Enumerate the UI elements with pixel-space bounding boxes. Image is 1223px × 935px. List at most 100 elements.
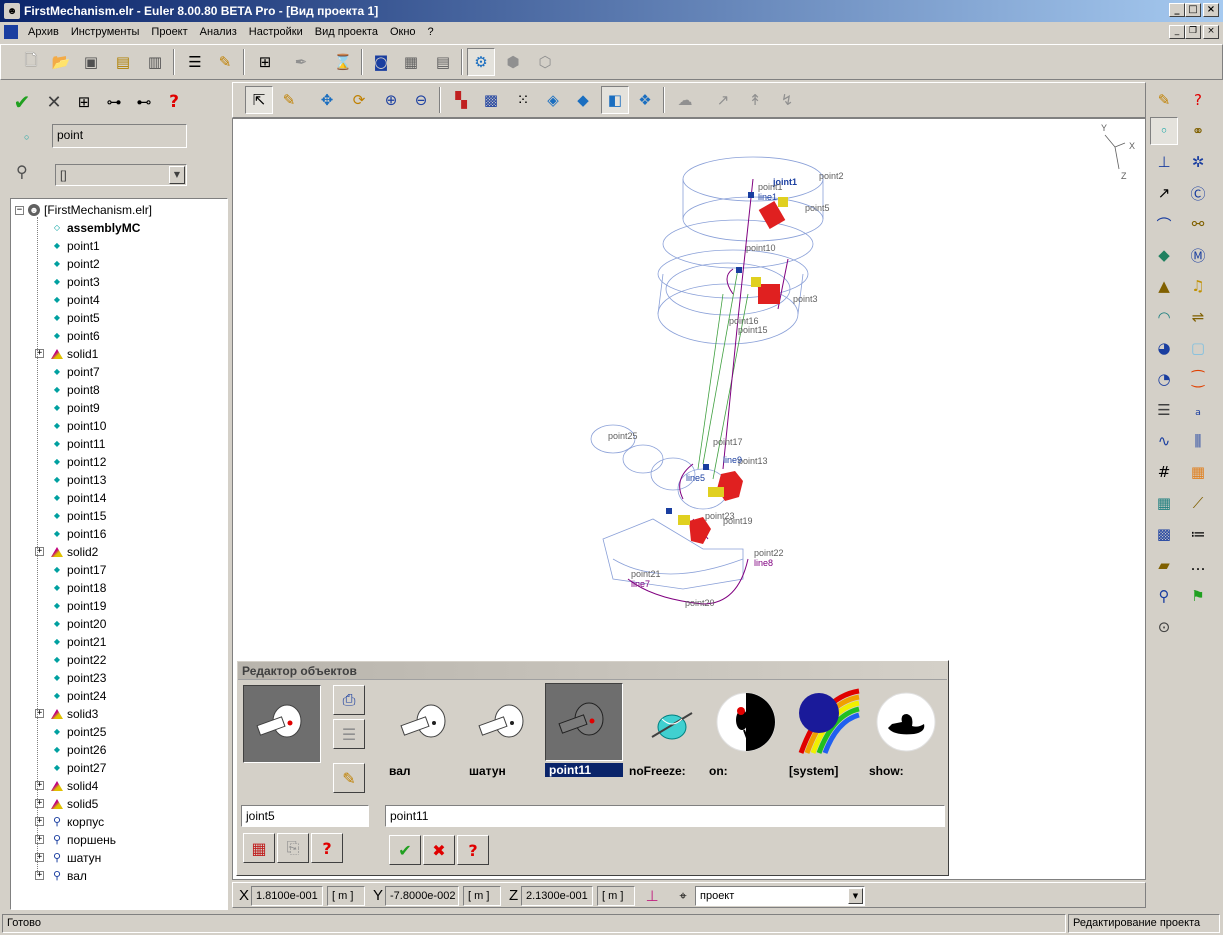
tree-view-icon[interactable]: ⊶ [100,88,128,116]
solid-tool-icon[interactable]: ▰ [1150,551,1178,579]
tile-nofreeze[interactable] [633,685,711,763]
tree-item-body[interactable]: + ⚲ шатун [35,849,101,867]
spring-tool-icon[interactable]: ⚯ [1184,210,1212,238]
tree-item-solid[interactable]: + solid1 [35,345,98,363]
axes-icon[interactable]: ⊥ [639,883,665,909]
arc-tool-icon[interactable]: ◠ [1150,303,1178,331]
menu-window[interactable]: Окно [384,26,422,38]
menu-settings[interactable]: Настройки [243,26,309,38]
tile-point11[interactable] [545,683,623,761]
tile-show[interactable] [867,683,945,761]
document-tool-icon[interactable]: ☰ [1150,396,1178,424]
menu-project[interactable]: Проект [145,26,193,38]
save-all-icon[interactable]: ▤ [109,48,137,76]
menu-archive[interactable]: Архив [22,26,65,38]
value-field[interactable]: point11 [385,805,945,827]
export-icon[interactable]: ⬡ [531,48,559,76]
print-icon[interactable]: ▥ [141,48,169,76]
tile-on[interactable] [707,683,785,761]
mechanism-mode-icon[interactable]: ⚙ [467,48,495,76]
mdi-close-button[interactable]: × [1203,25,1219,39]
joint-name-field[interactable]: joint5 [241,805,369,827]
table-tool-icon[interactable]: ▦ [1150,489,1178,517]
contact-tool-icon[interactable]: ⇌ [1184,303,1212,331]
z-value[interactable]: 2.1300e-001 [521,886,593,906]
cancel-x-icon[interactable]: ✕ [40,88,68,116]
plane-tool-icon[interactable]: ◆ [1150,241,1178,269]
edit-icon[interactable]: ✎ [333,763,365,793]
view-window-icon[interactable]: ◙ [367,48,395,76]
object-help-icon[interactable]: ? [311,833,343,863]
tree-item-point[interactable]: ◆ point27 [51,759,106,777]
select-arrow-icon[interactable]: ⇱ [245,86,273,114]
inertia-tool-icon[interactable]: ◔ [1150,365,1178,393]
pin-tool-icon[interactable]: ⊙ [1150,613,1178,641]
wireframe-icon[interactable]: ◈ [539,86,567,114]
zoom-in-icon[interactable]: ⊕ [377,86,405,114]
lights-icon[interactable]: ❖ [631,86,659,114]
tree-item-point[interactable]: ◆ point18 [51,579,106,597]
tree-item-point[interactable]: ◆ point15 [51,507,106,525]
new-file-icon[interactable]: 🗋 [17,48,45,76]
vector-tool-icon[interactable]: ↗ [1150,179,1178,207]
calculate-icon[interactable]: ⌛ [329,48,357,76]
help-book-icon[interactable]: ? [1184,86,1212,114]
tree-item-point[interactable]: ◆ point2 [51,255,100,273]
y-value[interactable]: -7.8000e-002 [385,886,459,906]
object-name-field[interactable]: point [52,124,187,148]
tree-item-point[interactable]: ◆ point22 [51,651,106,669]
tree-item-point[interactable]: ◆ point1 [51,237,100,255]
menu-analysis[interactable]: Анализ [194,26,243,38]
edit-notes-icon[interactable]: ✎ [1150,86,1178,114]
chevron-down-icon[interactable]: ▼ [848,888,863,904]
copy-object-icon[interactable]: ⎘ [277,833,309,863]
help-icon[interactable]: ? [160,88,188,116]
zoom-out-icon[interactable]: ⊖ [407,86,435,114]
tree-item-body[interactable]: + ⚲ поршень [35,831,116,849]
tree-item-solid[interactable]: + solid2 [35,543,98,561]
layers-icon[interactable]: ▚ [447,86,475,114]
pan-icon[interactable]: ✥ [313,86,341,114]
star-joint-icon[interactable]: ✲ [1184,148,1212,176]
grid-dots-icon[interactable]: ⁙ [509,86,537,114]
text-tool-icon[interactable]: ₐ [1184,396,1212,424]
shaded-icon[interactable]: ◆ [569,86,597,114]
delete-object-icon[interactable]: ▦ [243,833,275,863]
tree-item-point[interactable]: ◆ point14 [51,489,106,507]
mdi-restore-button[interactable]: ❐ [1185,25,1201,39]
link-tool-icon[interactable]: ⚲ [1150,582,1178,610]
tree-item-point[interactable]: ◆ point9 [51,399,100,417]
help-icon[interactable]: ? [457,835,489,865]
menu-help[interactable]: ? [422,26,440,38]
cone-tool-icon[interactable]: ▲ [1150,272,1178,300]
tree-item-point[interactable]: ◆ point5 [51,309,100,327]
tree-item-point[interactable]: ◆ point12 [51,453,106,471]
parent-select[interactable]: [] ▼ [55,164,187,186]
save-icon[interactable]: ▣ [77,48,105,76]
tree-root[interactable]: − ☻ [FirstMechanism.elr] [15,201,152,219]
tree-item-point[interactable]: ◆ point26 [51,741,106,759]
app-icon[interactable]: ☻ [4,3,20,19]
grid-icon[interactable]: ⊞ [70,88,98,116]
graph-tool-icon[interactable]: ∿ [1150,427,1178,455]
document-icon[interactable] [4,25,18,39]
rotate-icon[interactable]: ⟳ [345,86,373,114]
menu-project-view[interactable]: Вид проекта [309,26,384,38]
tile-system[interactable] [787,683,865,761]
frame-select[interactable]: проект ▼ [695,886,865,906]
mass-tool-icon[interactable]: ◕ [1150,334,1178,362]
cancel-icon[interactable]: ✖ [423,835,455,865]
histogram-tool-icon[interactable]: ⫼ [1184,427,1212,455]
tree-item-point[interactable]: ◆ point25 [51,723,106,741]
menu-tools[interactable]: Инструменты [65,26,146,38]
tile-connecting-rod[interactable] [465,685,543,763]
tree-item-point[interactable]: ◆ point4 [51,291,100,309]
tree-item-point[interactable]: ◆ point8 [51,381,100,399]
rainbow-tool-icon[interactable]: ⁐ [1184,365,1212,393]
tree-item-point[interactable]: ◆ point24 [51,687,106,705]
box-tool-icon[interactable]: ▢ [1184,334,1212,362]
project-tree[interactable]: − ☻ [FirstMechanism.elr] ◇ assemblyMC ◆ poi… [10,198,228,910]
tree-item-assembly[interactable]: ◇ assemblyMC [51,219,140,237]
tree-item-point[interactable]: ◆ point7 [51,363,100,381]
mdi-minimize-button[interactable]: _ [1169,25,1185,39]
